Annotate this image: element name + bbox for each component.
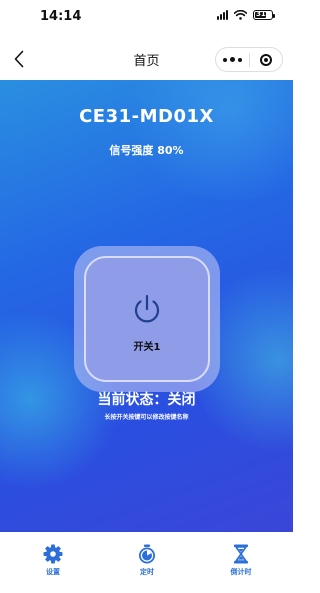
switch-button[interactable]: 开关1 <box>84 256 210 382</box>
status-icons: 31 <box>217 10 275 20</box>
current-status: 当前状态：关闭 <box>97 392 196 408</box>
tab-bar: 设置 定时 倒计时 <box>0 532 293 593</box>
signal-strength: 信号强度 80% <box>109 144 184 157</box>
timer-icon <box>139 544 155 564</box>
mini-program-capsule <box>215 47 283 72</box>
wifi-icon <box>234 10 247 20</box>
tab-settings-label: 设置 <box>46 568 60 576</box>
cellular-signal-icon <box>217 10 228 20</box>
battery-icon: 31 <box>253 10 275 20</box>
hourglass-icon <box>234 544 248 564</box>
switch-frame: 开关1 <box>74 246 220 392</box>
battery-level: 31 <box>256 10 266 18</box>
status-time: 14:14 <box>40 9 82 24</box>
nav-bar: 首页 <box>0 38 293 80</box>
more-icon[interactable] <box>216 57 249 62</box>
gear-icon <box>43 544 63 564</box>
tab-timer-label: 定时 <box>140 568 154 576</box>
main-area: CE31-MD01X 信号强度 80% 开关1 当前状态：关闭 长按开关按键可以… <box>0 80 293 532</box>
tab-settings[interactable]: 设置 <box>23 544 83 577</box>
hint-text: 长按开关按键可以修改按键名称 <box>104 414 189 421</box>
switch-label: 开关1 <box>133 342 161 353</box>
device-name: CE31-MD01X <box>79 106 214 127</box>
power-icon <box>134 294 160 323</box>
tab-timer[interactable]: 定时 <box>117 544 177 577</box>
tab-countdown-label: 倒计时 <box>230 568 252 576</box>
status-bar: 14:14 31 <box>0 0 293 38</box>
tab-countdown[interactable]: 倒计时 <box>211 544 271 577</box>
close-target-icon[interactable] <box>250 53 282 66</box>
